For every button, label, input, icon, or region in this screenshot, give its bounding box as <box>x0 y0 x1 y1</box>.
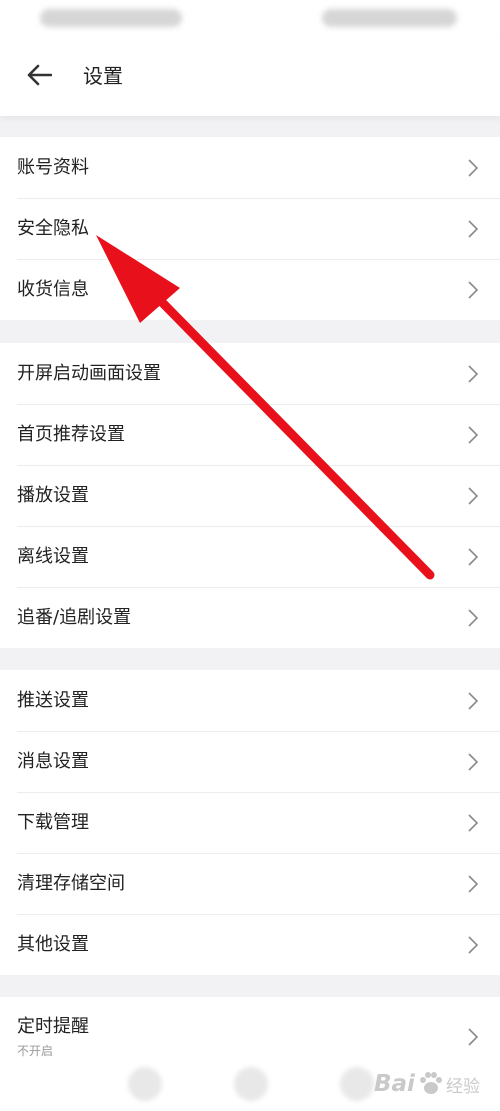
status-bar-right-blur <box>322 9 457 27</box>
settings-item-label: 账号资料 <box>17 156 89 178</box>
settings-item-label: 追番/追剧设置 <box>17 606 132 628</box>
chevron-right-icon <box>468 813 479 832</box>
chevron-right-icon <box>468 874 479 893</box>
chevron-right-icon <box>468 364 479 383</box>
settings-item-label: 收货信息 <box>17 278 89 300</box>
settings-item-home-recommend[interactable]: 首页推荐设置 <box>0 404 500 465</box>
chevron-right-icon <box>468 752 479 771</box>
settings-item-label: 清理存储空间 <box>17 872 125 894</box>
settings-item-downloads[interactable]: 下载管理 <box>0 792 500 853</box>
settings-item-playback[interactable]: 播放设置 <box>0 465 500 526</box>
settings-item-messages[interactable]: 消息设置 <box>0 731 500 792</box>
settings-item-shipping-info[interactable]: 收货信息 <box>0 259 500 320</box>
chevron-right-icon <box>468 547 479 566</box>
settings-item-push[interactable]: 推送设置 <box>0 670 500 731</box>
settings-item-label: 推送设置 <box>17 689 89 711</box>
settings-item-security-privacy[interactable]: 安全隐私 <box>0 198 500 259</box>
status-bar <box>0 0 500 36</box>
watermark-brand: Bai <box>374 1071 415 1097</box>
settings-item-label: 定时提醒 <box>17 1016 89 1037</box>
settings-item-splash-screen[interactable]: 开屏启动画面设置 <box>0 343 500 404</box>
status-bar-left-blur <box>40 9 182 27</box>
settings-section-display: 开屏启动画面设置 首页推荐设置 播放设置 离线设置 追番/追剧设置 <box>0 343 500 648</box>
chevron-right-icon <box>468 486 479 505</box>
settings-item-offline[interactable]: 离线设置 <box>0 526 500 587</box>
page-title: 设置 <box>83 64 123 88</box>
back-arrow-icon[interactable] <box>22 58 56 92</box>
chevron-right-icon <box>468 608 479 627</box>
settings-item-label: 开屏启动画面设置 <box>17 362 161 384</box>
chevron-right-icon <box>468 280 479 299</box>
watermark-suffix: 经验 <box>446 1077 480 1097</box>
settings-item-label: 播放设置 <box>17 484 89 506</box>
chevron-right-icon <box>468 691 479 710</box>
chevron-right-icon <box>468 425 479 444</box>
settings-item-timed-reminder[interactable]: 定时提醒 不开启 <box>0 997 500 1063</box>
settings-item-label: 下载管理 <box>17 811 89 833</box>
chevron-right-icon <box>468 158 479 177</box>
settings-item-follow-series[interactable]: 追番/追剧设置 <box>0 587 500 648</box>
paw-icon <box>420 1072 442 1094</box>
settings-section-general: 推送设置 消息设置 下载管理 清理存储空间 其他设置 <box>0 670 500 975</box>
chevron-right-icon <box>468 935 479 954</box>
baidu-jingyan-watermark: Bai 经验 <box>374 1067 492 1103</box>
settings-item-label: 离线设置 <box>17 545 89 567</box>
settings-item-label: 安全隐私 <box>17 217 89 239</box>
settings-section-account: 账号资料 安全隐私 收货信息 <box>0 137 500 320</box>
settings-item-status: 不开启 <box>17 1044 54 1058</box>
chevron-right-icon <box>468 219 479 238</box>
settings-item-label: 其他设置 <box>17 933 89 955</box>
settings-item-label: 消息设置 <box>17 750 89 772</box>
settings-item-other[interactable]: 其他设置 <box>0 914 500 975</box>
settings-item-clear-storage[interactable]: 清理存储空间 <box>0 853 500 914</box>
settings-item-account-profile[interactable]: 账号资料 <box>0 137 500 198</box>
settings-item-label: 首页推荐设置 <box>17 423 125 445</box>
app-header: 设置 <box>0 36 500 116</box>
chevron-right-icon <box>468 1028 479 1046</box>
